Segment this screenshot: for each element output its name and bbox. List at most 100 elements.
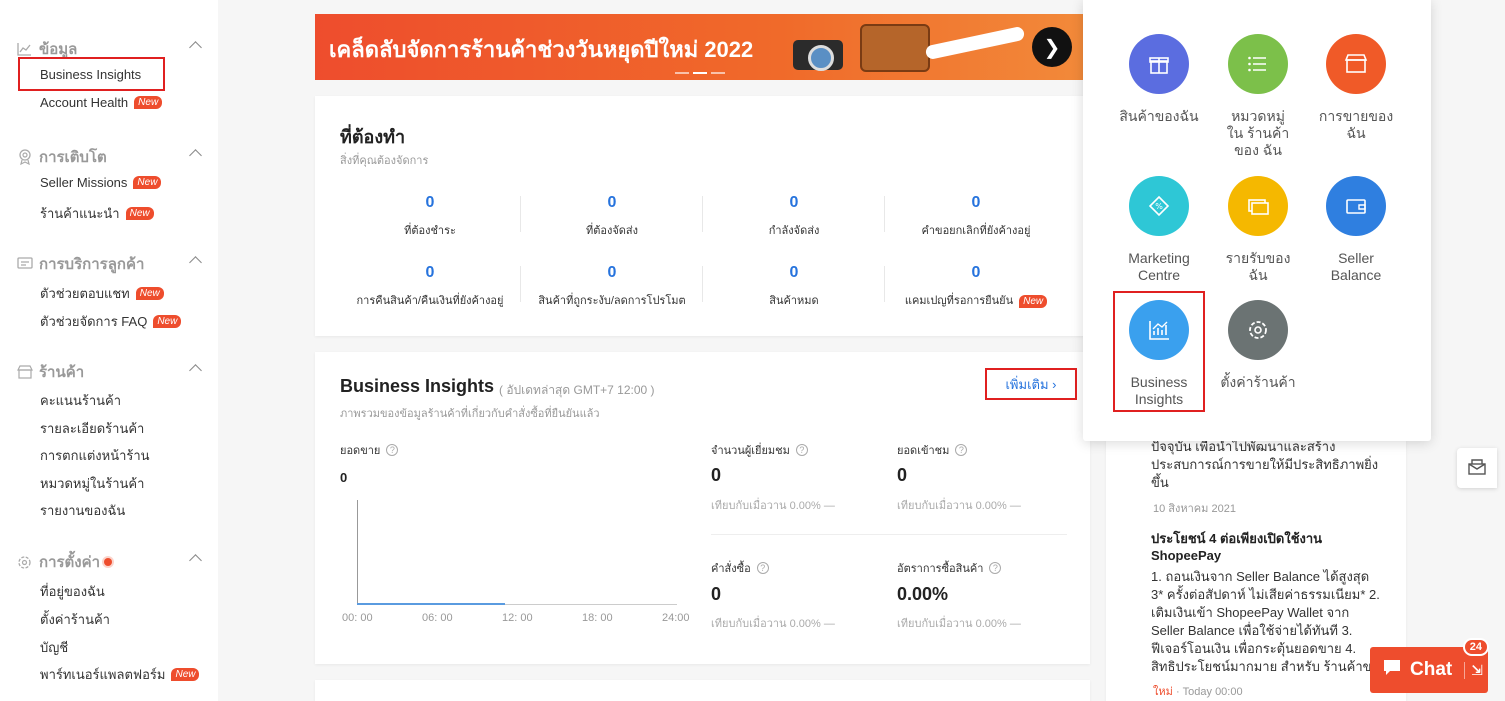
stat-shipping[interactable]: 0 กำลังจัดส่ง (703, 194, 885, 239)
chevron-up-icon[interactable] (189, 41, 202, 54)
chat-button[interactable]: Chat ⇲ 24 (1370, 638, 1489, 693)
more-button[interactable]: เพิ่มเติม › (985, 368, 1077, 400)
sidebar-item-account-health[interactable]: Account Health New (40, 95, 163, 110)
visitors-label: จำนวนผู้เยี่ยมชม? (711, 441, 808, 459)
app-my-income[interactable]: รายรับของ ฉัน (1210, 176, 1306, 284)
stat-cancel-requests[interactable]: 0 คำขอยกเลิกที่ยังค้างอยู่ (885, 194, 1067, 239)
sales-value: 0 (340, 470, 348, 485)
insights-title: Business Insights (340, 376, 495, 396)
highlight-box (18, 57, 165, 91)
metric-label-text: ยอดเข้าชม (897, 445, 950, 457)
banner-pagination (675, 72, 725, 74)
sidebar-section-growth[interactable]: การเติบโต (16, 145, 107, 169)
sidebar-item-shop-profile[interactable]: รายละเอียดร้านค้า (40, 418, 144, 439)
stat-pending-campaigns[interactable]: 0 แคมเปญที่รอการยืนยัน New (885, 264, 1067, 309)
chevron-up-icon[interactable] (189, 364, 202, 377)
app-my-sales[interactable]: การขายของ ฉัน (1308, 34, 1404, 142)
chevron-up-icon[interactable] (189, 554, 202, 567)
stat-label: สินค้าที่ถูกระงับ/ลดการโปรโมต (538, 295, 686, 307)
sidebar-item-recommended-shops[interactable]: ร้านค้าแนะนำ New (40, 203, 154, 224)
svg-text:%: % (1155, 202, 1163, 211)
chart-line-icon (16, 41, 33, 58)
sidebar-item-account[interactable]: บัญชี (40, 637, 68, 658)
more-label: เพิ่มเติม (1005, 376, 1049, 392)
stat-sold-out[interactable]: 0 สินค้าหมด (703, 264, 885, 309)
business-insights-card: Business Insights ( อัปเดทล่าสุด GMT+7 1… (315, 352, 1090, 664)
shop-icon (16, 364, 33, 381)
announcements-card: ปัจจุบัน เพื่อนำไปพัฒนาและสร้าง ประสบการ… (1106, 430, 1406, 701)
help-icon[interactable]: ? (756, 562, 769, 574)
sidebar-section-settings[interactable]: การตั้งค่า (16, 550, 113, 574)
stat-value: 0 (425, 264, 435, 281)
pageviews-value: 0 (897, 465, 908, 485)
chevron-up-icon[interactable] (189, 256, 202, 269)
app-my-products[interactable]: สินค้าของฉัน (1111, 34, 1207, 125)
app-shop-settings[interactable]: ตั้งค่าร้านค้า (1210, 300, 1306, 391)
app-seller-balance[interactable]: Seller Balance (1308, 176, 1404, 284)
sidebar-item-label: รายละเอียดร้านค้า (40, 421, 145, 436)
sidebar-item-my-reports[interactable]: รายงานของฉัน (40, 500, 125, 521)
banner-next-button[interactable]: ❯ (1032, 27, 1072, 67)
new-badge: New (125, 207, 154, 220)
insights-updated: ( อัปเดทล่าสุด GMT+7 12:00 ) (499, 383, 655, 397)
app-shop-categories[interactable]: หมวดหมู่ใน ร้านค้าของ ฉัน (1210, 34, 1306, 159)
metric-label-text: คำสั่งซื้อ (711, 563, 751, 575)
conversion-compare: เทียบกับเมื่อวาน 0.00% — (897, 618, 1021, 630)
banner-text: เคล็ดลับจัดการร้านค้าช่วงวันหยุดปีใหม่ 2… (329, 37, 754, 62)
sidebar-item-chat-assistant[interactable]: ตัวช่วยตอบแชท New (40, 283, 164, 304)
sidebar-section-shop[interactable]: ร้านค้า (16, 360, 84, 384)
app-label: สินค้าของฉัน (1119, 108, 1199, 124)
pagination-dot[interactable] (711, 72, 725, 74)
money-icon (1228, 176, 1288, 236)
news-text: ขึ้น (1151, 475, 1169, 490)
stat-label: ที่ต้องจัดส่ง (585, 225, 639, 237)
stat-label: คำขอยกเลิกที่ยังค้างอยู่ (921, 225, 1031, 237)
pagination-dot[interactable] (675, 72, 689, 74)
new-badge: New (171, 668, 200, 681)
sidebar-item-seller-missions[interactable]: Seller Missions New (40, 175, 162, 190)
sidebar-item-shop-categories[interactable]: หมวดหมู่ในร้านค้า (40, 473, 144, 494)
news-new-tag: ใหม่ (1153, 686, 1173, 698)
sidebar-item-my-address[interactable]: ที่อยู่ของฉัน (40, 581, 105, 602)
orders-value: 0 (711, 584, 722, 604)
news-headline[interactable]: ShopeePay (1151, 547, 1221, 564)
news-body: 1. ถอนเงินจาก Seller Balance ได้สูงสุด (1151, 569, 1370, 584)
app-label: Marketing Centre (1128, 250, 1190, 283)
chevron-right-icon: › (1052, 376, 1057, 392)
mail-button[interactable] (1457, 448, 1497, 488)
sidebar-section-customer-service[interactable]: การบริการลูกค้า (16, 252, 144, 276)
app-marketing-centre[interactable]: % Marketing Centre (1111, 176, 1207, 284)
sales-label: ยอดขาย? (340, 441, 399, 459)
section-title: ร้านค้า (39, 364, 85, 381)
chevron-up-icon[interactable] (189, 149, 202, 162)
metric-label-text: ยอดขาย (340, 445, 381, 457)
gear-icon (1228, 300, 1288, 360)
visitors-compare: เทียบกับเมื่อวาน 0.00% — (711, 500, 835, 512)
orders-compare: เทียบกับเมื่อวาน 0.00% — (711, 618, 835, 630)
sidebar-item-shop-settings[interactable]: ตั้งค่าร้านค้า (40, 609, 110, 630)
pageviews-compare: เทียบกับเมื่อวาน 0.00% — (897, 500, 1021, 512)
stat-returns[interactable]: 0 การคืนสินค้า/คืนเงินที่ยังค้างอยู่ (339, 264, 521, 309)
help-icon[interactable]: ? (955, 444, 968, 456)
x-tick: 00: 00 (342, 612, 373, 624)
stat-label: กำลังจัดส่ง (768, 225, 820, 237)
sidebar-item-faq-assistant[interactable]: ตัวช่วยจัดการ FAQ New (40, 311, 182, 332)
help-icon[interactable]: ? (795, 444, 808, 456)
news-body: สิทธิประโยชน์มากมาย สำหรับ ร้านค้าขา (1151, 659, 1379, 674)
stat-to-pay[interactable]: 0 ที่ต้องชำระ (339, 194, 521, 239)
envelope-icon (1467, 458, 1487, 479)
pagination-dot-active[interactable] (693, 72, 707, 74)
unread-badge: 24 (1462, 638, 1489, 656)
help-icon[interactable]: ? (989, 562, 1002, 574)
expand-icon[interactable]: ⇲ (1464, 661, 1483, 679)
sidebar-item-label: ตัวช่วยตอบแชท (40, 286, 130, 301)
stat-to-ship[interactable]: 0 ที่ต้องจัดส่ง (521, 194, 703, 239)
sidebar-item-partner-platform[interactable]: พาร์ทเนอร์แพลตฟอร์ม New (40, 664, 200, 685)
new-badge: New (1019, 295, 1048, 308)
promo-banner[interactable]: เคล็ดลับจัดการร้านค้าช่วงวันหยุดปีใหม่ 2… (315, 14, 1090, 80)
sidebar-item-shop-rating[interactable]: คะแนนร้านค้า (40, 390, 121, 411)
stat-banned-products[interactable]: 0 สินค้าที่ถูกระงับ/ลดการโปรโมต (521, 264, 703, 309)
news-headline[interactable]: ประโยชน์ 4 ต่อเพียงเปิดใช้งาน (1151, 530, 1322, 547)
sidebar-item-shop-decoration[interactable]: การตกแต่งหน้าร้าน (40, 445, 150, 466)
help-icon[interactable]: ? (386, 444, 399, 456)
